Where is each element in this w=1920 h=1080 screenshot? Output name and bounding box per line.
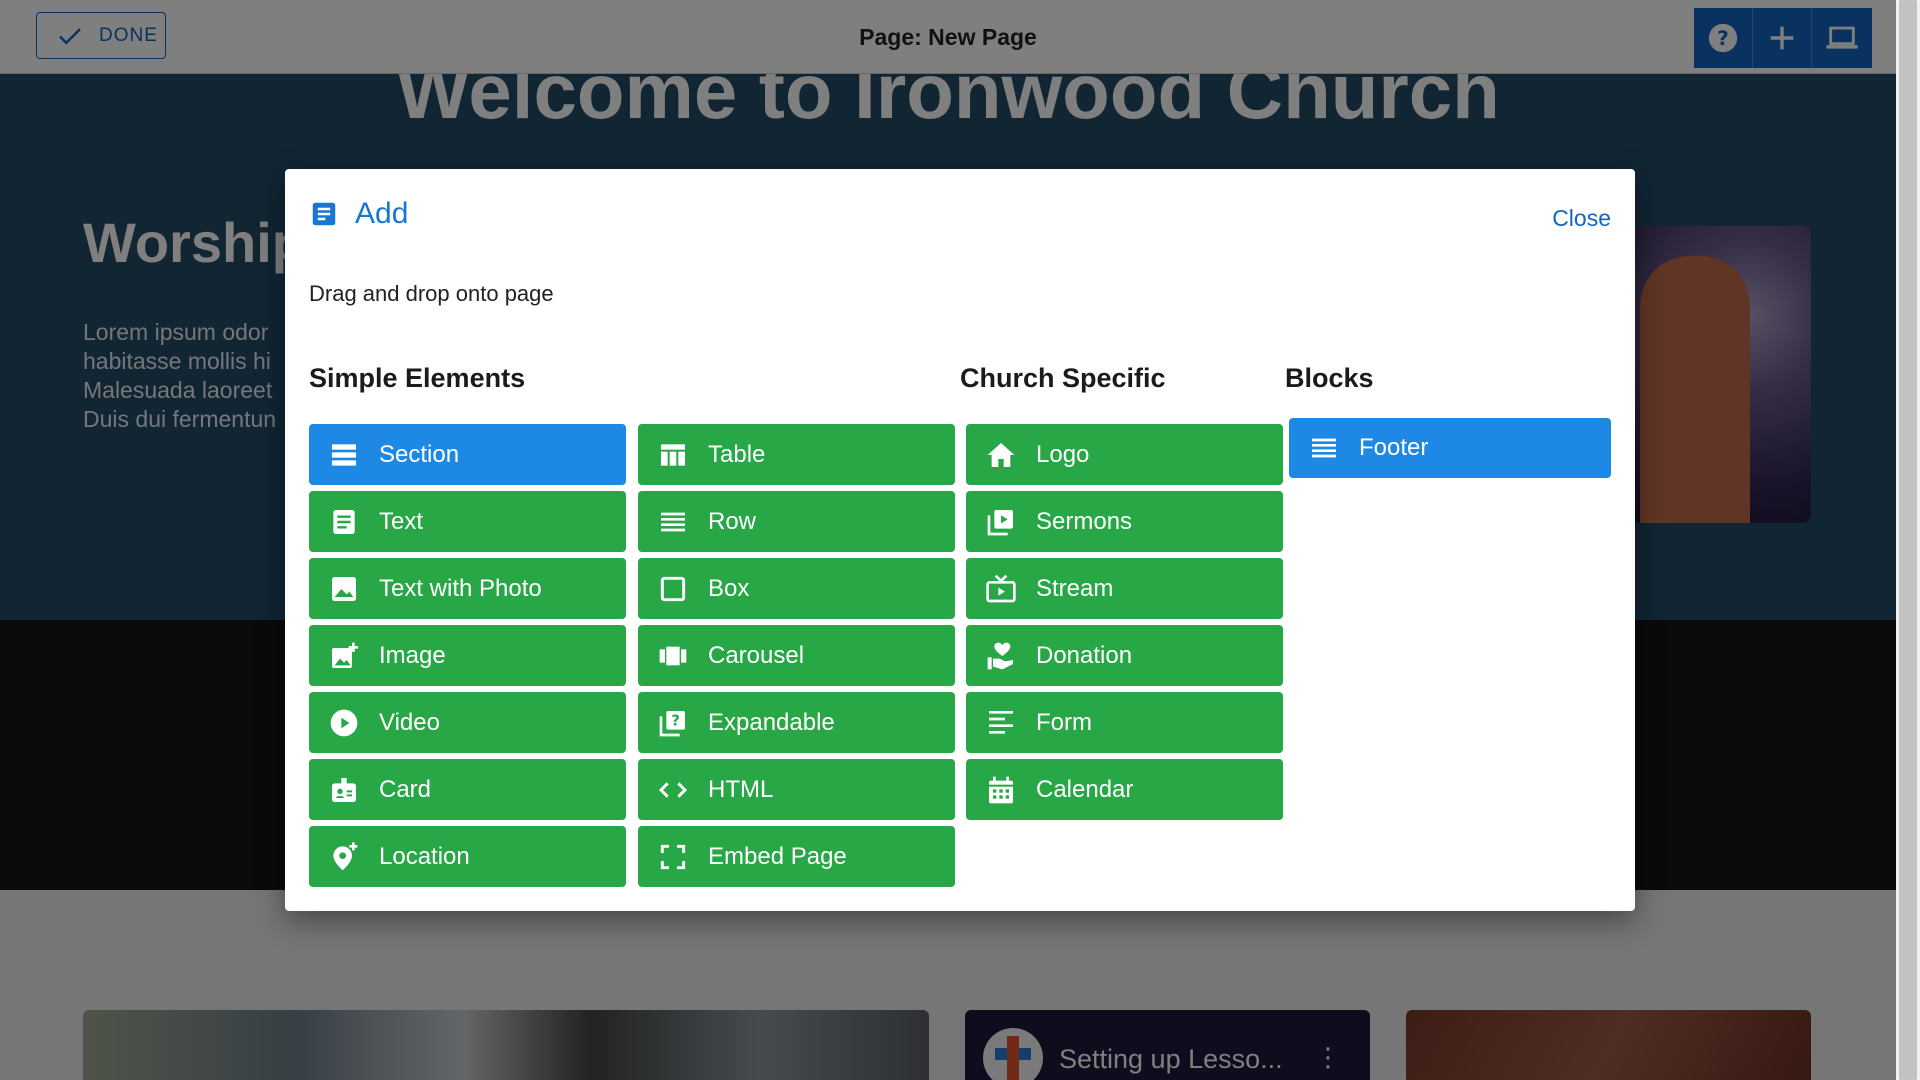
tile-label: Video (379, 708, 440, 736)
video-tile[interactable]: Video (309, 692, 626, 753)
form-icon (989, 710, 1013, 734)
close-button[interactable]: Close (1552, 205, 1611, 232)
add-image-icon (332, 642, 358, 668)
document-icon (312, 202, 336, 226)
text-icon (333, 509, 355, 534)
photo-icon (332, 576, 356, 601)
tile-label: Calendar (1036, 775, 1134, 803)
play-icon (330, 709, 358, 736)
footer-icon (1312, 438, 1336, 458)
question-library-icon: ? (659, 710, 685, 736)
text-tile[interactable]: Text (309, 491, 626, 552)
table-icon (661, 443, 685, 466)
table-tile[interactable]: Table (638, 424, 955, 485)
fullscreen-icon (660, 844, 686, 869)
text-with-photo-tile[interactable]: Text with Photo (309, 558, 626, 619)
footer-tile[interactable]: Footer (1289, 418, 1611, 478)
tile-label: Carousel (708, 641, 805, 669)
dialog-header: Add (309, 197, 408, 231)
html-tile[interactable]: HTML (638, 759, 955, 820)
donation-tile[interactable]: Donation (966, 625, 1283, 686)
box-tile[interactable]: Box (638, 558, 955, 619)
row-icon (661, 512, 685, 531)
code-icon (658, 781, 688, 798)
carousel-tile[interactable]: Carousel (638, 625, 955, 686)
sermons-tile[interactable]: Sermons (966, 491, 1283, 552)
form-tile[interactable]: Form (966, 692, 1283, 753)
tile-label: Text with Photo (379, 574, 542, 602)
live-tv-icon (986, 574, 1016, 602)
image-tile[interactable]: Image (309, 625, 626, 686)
expandable-tile[interactable]: ? Expandable (638, 692, 955, 753)
calendar-icon (989, 776, 1013, 803)
logo-tile[interactable]: Logo (966, 424, 1283, 485)
add-location-icon (333, 841, 358, 870)
tile-label: Section (379, 440, 460, 468)
section-tile[interactable]: Section (309, 424, 626, 485)
carousel-icon (659, 646, 687, 665)
tile-label: Form (1036, 708, 1092, 736)
box-icon (660, 576, 686, 601)
home-icon (987, 442, 1015, 467)
tile-label: Location (379, 842, 470, 870)
tile-label: Row (708, 507, 757, 535)
tile-label: HTML (708, 775, 774, 803)
tile-label: Card (379, 775, 432, 803)
tile-label: Logo (1036, 440, 1090, 468)
row-tile[interactable]: Row (638, 491, 955, 552)
calendar-tile[interactable]: Calendar (966, 759, 1283, 820)
blocks-heading: Blocks (1285, 363, 1374, 393)
tile-label: Embed Page (708, 842, 847, 870)
tile-label: Sermons (1036, 507, 1133, 535)
video-library-icon (987, 509, 1013, 535)
add-dialog: Add Close Drag and drop onto page Simple… (285, 169, 1635, 911)
simple-elements-heading: Simple Elements (309, 363, 526, 393)
tile-label: Text (379, 507, 424, 535)
badge-icon (332, 777, 356, 802)
instructions-text: Drag and drop onto page (309, 281, 554, 306)
tile-label: Image (379, 641, 446, 669)
card-tile[interactable]: Card (309, 759, 626, 820)
stream-tile[interactable]: Stream (966, 558, 1283, 619)
church-specific-heading: Church Specific (960, 363, 1166, 393)
scrollbar-thumb[interactable] (1899, 0, 1917, 1080)
tile-label: Box (708, 574, 750, 602)
location-tile[interactable]: Location (309, 826, 626, 887)
tile-label: Donation (1036, 641, 1133, 669)
tile-label: Stream (1036, 574, 1114, 602)
svg-text:?: ? (671, 712, 680, 729)
volunteer-icon (987, 642, 1013, 669)
section-icon (332, 443, 356, 466)
dialog-title: Add (355, 197, 409, 230)
embed-page-tile[interactable]: Embed Page (638, 826, 955, 887)
tile-label: Expandable (708, 708, 835, 736)
tile-label: Table (708, 440, 766, 468)
tile-label: Footer (1359, 434, 1429, 461)
